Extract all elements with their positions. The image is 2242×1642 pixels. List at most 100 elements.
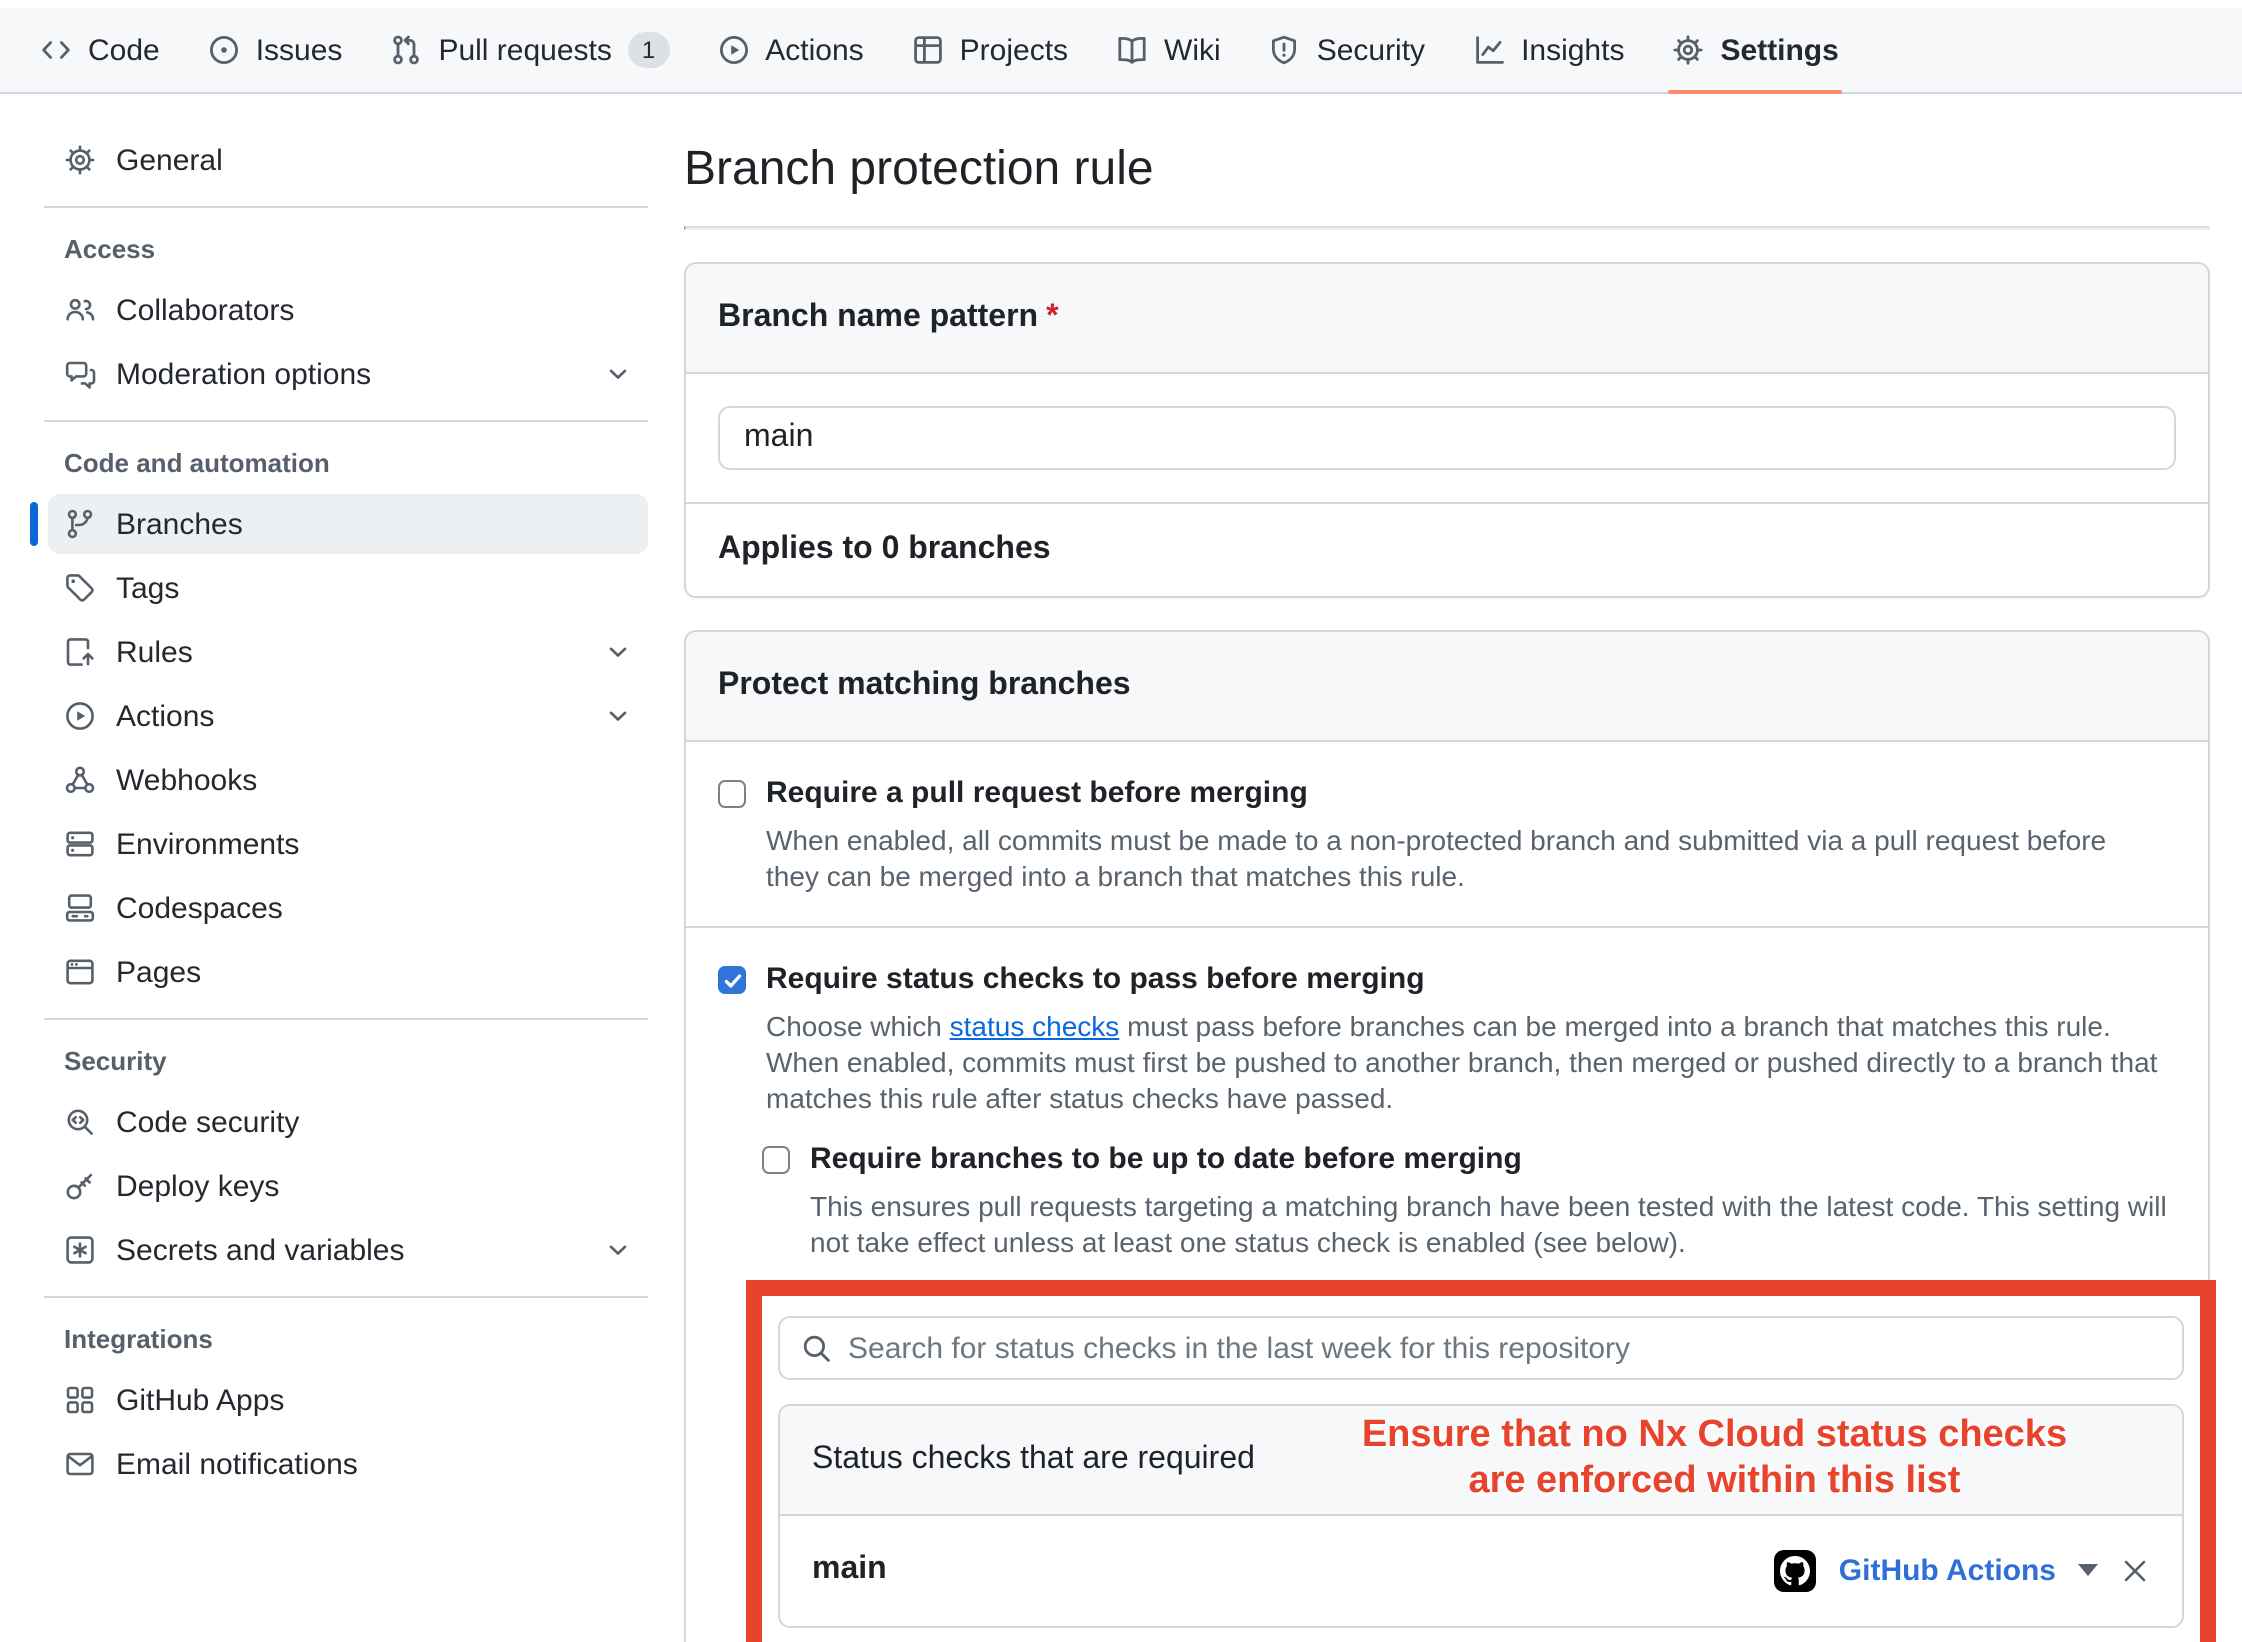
- annotation-text: Ensure that no Nx Cloud status checks ar…: [1279, 1414, 2150, 1505]
- pull-request-count-badge: 1: [628, 32, 669, 68]
- sidebar-item-label: Webhooks: [116, 763, 257, 797]
- rule-title: Require a pull request before merging: [766, 774, 1308, 814]
- rule-description: Choose which status checks must pass bef…: [766, 1008, 2166, 1116]
- sidebar-item-environments[interactable]: Environments: [48, 814, 648, 874]
- sidebar-item-codespaces[interactable]: Codespaces: [48, 878, 648, 938]
- sidebar-item-github-apps[interactable]: GitHub Apps: [48, 1370, 648, 1430]
- graph-icon: [1473, 34, 1505, 66]
- sidebar-item-email-notifications[interactable]: Email notifications: [48, 1434, 648, 1494]
- webhook-icon: [64, 764, 96, 796]
- tab-label: Settings: [1720, 33, 1838, 67]
- sidebar-section-access: Access: [48, 224, 648, 272]
- tab-issues[interactable]: Issues: [184, 8, 367, 92]
- tab-settings[interactable]: Settings: [1648, 8, 1862, 92]
- branch-name-pattern-label: Branch name pattern: [718, 300, 1038, 334]
- github-actions-link[interactable]: GitHub Actions: [1839, 1553, 2056, 1587]
- status-check-name: main: [812, 1552, 887, 1588]
- tab-security[interactable]: Security: [1245, 8, 1449, 92]
- sidebar-item-collaborators[interactable]: Collaborators: [48, 280, 648, 340]
- rule-description: When enabled, all commits must be made t…: [766, 822, 2166, 894]
- sidebar-item-webhooks[interactable]: Webhooks: [48, 750, 648, 810]
- status-check-row-main: main GitHub Actions: [780, 1515, 2182, 1625]
- annotation-line-1: Ensure that no Nx Cloud status checks: [1362, 1414, 2067, 1456]
- sidebar-item-rules[interactable]: Rules: [48, 622, 648, 682]
- book-icon: [1116, 34, 1148, 66]
- sidebar-divider: [44, 420, 648, 422]
- rule-description: This ensures pull requests targeting a m…: [810, 1188, 2176, 1260]
- sidebar-item-tags[interactable]: Tags: [48, 558, 648, 618]
- tab-pull-requests[interactable]: Pull requests 1: [366, 8, 693, 92]
- required-status-checks-header: Status checks that are required Ensure t…: [780, 1406, 2182, 1515]
- require-status-checks-checkbox[interactable]: [718, 966, 746, 994]
- sidebar-item-label: General: [116, 143, 223, 177]
- github-octocat-icon: [1781, 1555, 1811, 1585]
- sidebar-divider: [44, 206, 648, 208]
- status-check-search: [778, 1316, 2184, 1380]
- status-checks-link[interactable]: status checks: [950, 1010, 1120, 1042]
- asterisk-box-icon: [64, 1234, 96, 1266]
- sidebar-divider: [44, 1296, 648, 1298]
- status-check-search-input[interactable]: [778, 1316, 2184, 1380]
- page-title: Branch protection rule: [684, 142, 2210, 198]
- caret-down-icon: [2078, 1564, 2098, 1576]
- description-text: Choose which: [766, 1010, 950, 1042]
- chevron-down-icon: [604, 702, 632, 730]
- branch-name-pattern-row: [686, 374, 2208, 502]
- annotation-highlight-box: Status checks that are required Ensure t…: [746, 1280, 2216, 1642]
- sidebar-section-integrations: Integrations: [48, 1314, 648, 1362]
- require-up-to-date-checkbox[interactable]: [762, 1146, 790, 1174]
- code-scan-icon: [64, 1106, 96, 1138]
- code-icon: [40, 34, 72, 66]
- tab-label: Issues: [256, 33, 343, 67]
- table-icon: [912, 34, 944, 66]
- sidebar-item-label: Deploy keys: [116, 1169, 279, 1203]
- branch-name-pattern-input[interactable]: [718, 406, 2176, 470]
- rules-icon: [64, 636, 96, 668]
- tab-code[interactable]: Code: [16, 8, 184, 92]
- tag-icon: [64, 572, 96, 604]
- tab-insights[interactable]: Insights: [1449, 8, 1648, 92]
- rule-title: Require branches to be up to date before…: [810, 1140, 1522, 1180]
- chevron-down-icon: [604, 638, 632, 666]
- protect-matching-branches-card: Protect matching branches Require a pull…: [684, 630, 2210, 1642]
- tab-wiki[interactable]: Wiki: [1092, 8, 1245, 92]
- play-icon: [717, 34, 749, 66]
- sidebar-item-label: Code security: [116, 1105, 299, 1139]
- remove-status-check-button[interactable]: [2120, 1555, 2150, 1585]
- rule-require-up-to-date: Require branches to be up to date before…: [762, 1140, 2176, 1260]
- require-pull-request-checkbox[interactable]: [718, 780, 746, 808]
- tab-label: Pull requests: [438, 33, 611, 67]
- sidebar-item-label: Rules: [116, 635, 193, 669]
- sidebar-item-label: Secrets and variables: [116, 1233, 405, 1267]
- sidebar-item-deploy-keys[interactable]: Deploy keys: [48, 1156, 648, 1216]
- issue-opened-icon: [208, 34, 240, 66]
- sidebar-item-moderation-options[interactable]: Moderation options: [48, 344, 648, 404]
- close-icon: [2120, 1555, 2150, 1585]
- tab-actions[interactable]: Actions: [693, 8, 887, 92]
- server-icon: [64, 828, 96, 860]
- tab-label: Insights: [1521, 33, 1624, 67]
- people-icon: [64, 294, 96, 326]
- sidebar-item-actions[interactable]: Actions: [48, 686, 648, 746]
- codespaces-icon: [64, 892, 96, 924]
- tab-projects[interactable]: Projects: [888, 8, 1092, 92]
- apps-icon: [64, 1384, 96, 1416]
- mail-icon: [64, 1448, 96, 1480]
- sidebar-item-branches[interactable]: Branches: [48, 494, 648, 554]
- status-check-dropdown-button[interactable]: [2078, 1564, 2098, 1576]
- sidebar-divider: [44, 1018, 648, 1020]
- branch-name-pattern-card: Branch name pattern* Applies to 0 branch…: [684, 262, 2210, 598]
- settings-sidebar: General Access Collaborators Moderation …: [0, 94, 656, 1498]
- rule-require-status-checks: Require status checks to pass before mer…: [686, 926, 2208, 1642]
- sidebar-item-general[interactable]: General: [48, 130, 648, 190]
- sidebar-item-pages[interactable]: Pages: [48, 942, 648, 1002]
- sidebar-item-code-security[interactable]: Code security: [48, 1092, 648, 1152]
- sidebar-item-label: Actions: [116, 699, 214, 733]
- tab-label: Actions: [765, 33, 863, 67]
- chevron-down-icon: [604, 1236, 632, 1264]
- sidebar-item-label: Codespaces: [116, 891, 283, 925]
- tab-label: Code: [88, 33, 160, 67]
- sidebar-item-label: Environments: [116, 827, 299, 861]
- required-status-checks-list: Status checks that are required Ensure t…: [778, 1404, 2184, 1627]
- sidebar-item-secrets-variables[interactable]: Secrets and variables: [48, 1220, 648, 1280]
